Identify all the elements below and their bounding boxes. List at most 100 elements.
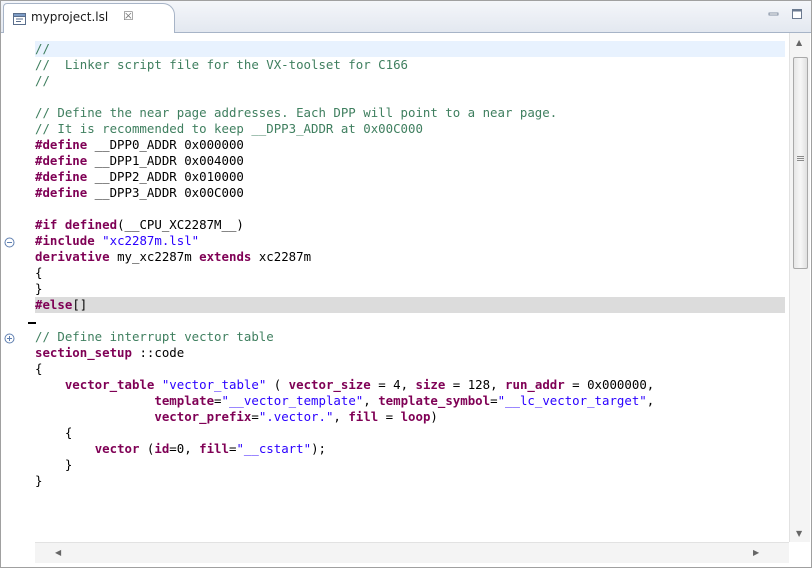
code-keyword: fill — [348, 409, 379, 424]
code-text: my_xc2287m — [109, 249, 200, 264]
code-line: template="__vector_template", template_s… — [35, 393, 785, 409]
code-comment: // Linker script file for the VX-toolset… — [35, 57, 408, 72]
code-text: } — [35, 457, 73, 472]
code-text: = — [490, 393, 498, 408]
code-text: ); — [311, 441, 326, 456]
code-line: #define __DPP2_ADDR 0x010000 — [35, 169, 785, 185]
code-line: { — [35, 425, 785, 441]
code-keyword: #define — [35, 153, 88, 168]
maximize-icon[interactable] — [790, 7, 804, 21]
code-text: __DPP3_ADDR 0x00C000 — [87, 185, 244, 200]
code-comment: // — [35, 73, 50, 88]
code-string: ".vector." — [258, 409, 334, 424]
tab-myproject-lsl[interactable]: myproject.lsl ☒ — [3, 3, 175, 33]
code-line: // — [35, 73, 785, 89]
code-line: #define __DPP1_ADDR 0x004000 — [35, 153, 785, 169]
code-string: "__cstart" — [236, 441, 312, 456]
code-string: "xc2287m.lsl" — [102, 233, 200, 248]
code-text: , — [333, 409, 349, 424]
code-line: section_setup ::code — [35, 345, 785, 361]
code-keyword: section_setup — [35, 345, 132, 360]
code-keyword: vector_prefix — [154, 409, 252, 424]
code-line: // It is recommended to keep __DPP3_ADDR… — [35, 121, 785, 137]
code-text: = 0x000000, — [564, 377, 655, 392]
code-line: } — [35, 473, 785, 489]
minimize-icon[interactable] — [767, 7, 781, 21]
code-keyword: #define — [35, 137, 88, 152]
code-keyword: #define — [35, 169, 88, 184]
code-text: = 128, — [445, 377, 506, 392]
code-text: = 4, — [370, 377, 416, 392]
code-keyword: run_addr — [505, 377, 565, 392]
code-text-area[interactable]: //// Linker script file for the VX-tools… — [35, 33, 785, 542]
code-string: "__lc_vector_target" — [497, 393, 647, 408]
code-keyword: #include — [35, 233, 95, 248]
code-text: =0, — [169, 441, 200, 456]
code-comment: // Define interrupt vector table — [35, 329, 274, 344]
code-line: // Define the near page addresses. Each … — [35, 105, 785, 121]
code-text: = — [251, 409, 259, 424]
grip-icon — [797, 156, 804, 161]
code-text: __DPP1_ADDR 0x004000 — [87, 153, 244, 168]
code-keyword: derivative — [35, 249, 110, 264]
vertical-scrollbar[interactable]: ▲ ▼ — [789, 33, 810, 542]
code-comment: // Define the near page addresses. Each … — [35, 105, 558, 120]
code-keyword: vector — [94, 441, 140, 456]
vertical-scroll-thumb[interactable] — [793, 57, 808, 269]
code-line: vector_table "vector_table" ( vector_siz… — [35, 377, 785, 393]
close-icon[interactable]: ☒ — [123, 9, 134, 23]
scroll-right-arrow-icon[interactable]: ▶ — [753, 548, 759, 557]
code-line: derivative my_xc2287m extends xc2287m — [35, 249, 785, 265]
code-text: ( — [266, 377, 289, 392]
code-line: } — [35, 281, 785, 297]
code-text: } — [35, 473, 43, 488]
code-text: { — [35, 425, 73, 440]
fold-collapse-icon[interactable] — [4, 237, 15, 248]
lsl-editor: myproject.lsl ☒ //// Linker script file … — [0, 0, 812, 568]
code-keyword: fill — [199, 441, 229, 456]
code-line: #else[] — [35, 297, 785, 313]
horizontal-scrollbar[interactable]: ◀ ▶ — [35, 542, 789, 563]
code-line: vector_prefix=".vector.", fill = loop) — [35, 409, 785, 425]
code-line: vector (id=0, fill="__cstart"); — [35, 441, 785, 457]
code-text: , — [646, 393, 655, 408]
code-keyword: vector_size — [288, 377, 371, 392]
code-line: } — [35, 457, 785, 473]
code-text: xc2287m — [251, 249, 312, 264]
code-text: ) — [430, 409, 438, 424]
code-text: { — [35, 265, 43, 280]
code-keyword: extends — [199, 249, 252, 264]
fold-expand-icon[interactable] — [4, 333, 15, 344]
code-text: (__CPU_XC2287M__) — [117, 217, 244, 232]
code-line: #define __DPP0_ADDR 0x000000 — [35, 137, 785, 153]
code-line: #if defined(__CPU_XC2287M__) — [35, 217, 785, 233]
scroll-left-arrow-icon[interactable]: ◀ — [55, 548, 61, 557]
annotation-ruler — [2, 33, 32, 542]
code-keyword: template_symbol — [378, 393, 491, 408]
code-keyword: size — [415, 377, 446, 392]
code-text: ( — [139, 441, 155, 456]
scroll-down-arrow-icon[interactable]: ▼ — [796, 529, 802, 538]
code-line: { — [35, 265, 785, 281]
code-keyword: #else — [35, 297, 73, 312]
code-string: "__vector_template" — [221, 393, 364, 408]
code-keyword: vector_table — [64, 377, 155, 392]
code-line: // — [35, 41, 785, 57]
code-string: "vector_table" — [161, 377, 267, 392]
editor-tab-bar: myproject.lsl ☒ — [1, 1, 811, 33]
code-line: #include "xc2287m.lsl" — [35, 233, 785, 249]
tab-label: myproject.lsl — [31, 10, 109, 24]
code-line: // Linker script file for the VX-toolset… — [35, 57, 785, 73]
code-text: = — [378, 409, 401, 424]
code-text: [] — [72, 297, 88, 312]
code-keyword: id — [154, 441, 170, 456]
code-line: { — [35, 361, 785, 377]
code-comment: // — [35, 41, 50, 56]
code-line: // Define interrupt vector table — [35, 329, 785, 345]
scroll-up-arrow-icon[interactable]: ▲ — [796, 38, 802, 47]
